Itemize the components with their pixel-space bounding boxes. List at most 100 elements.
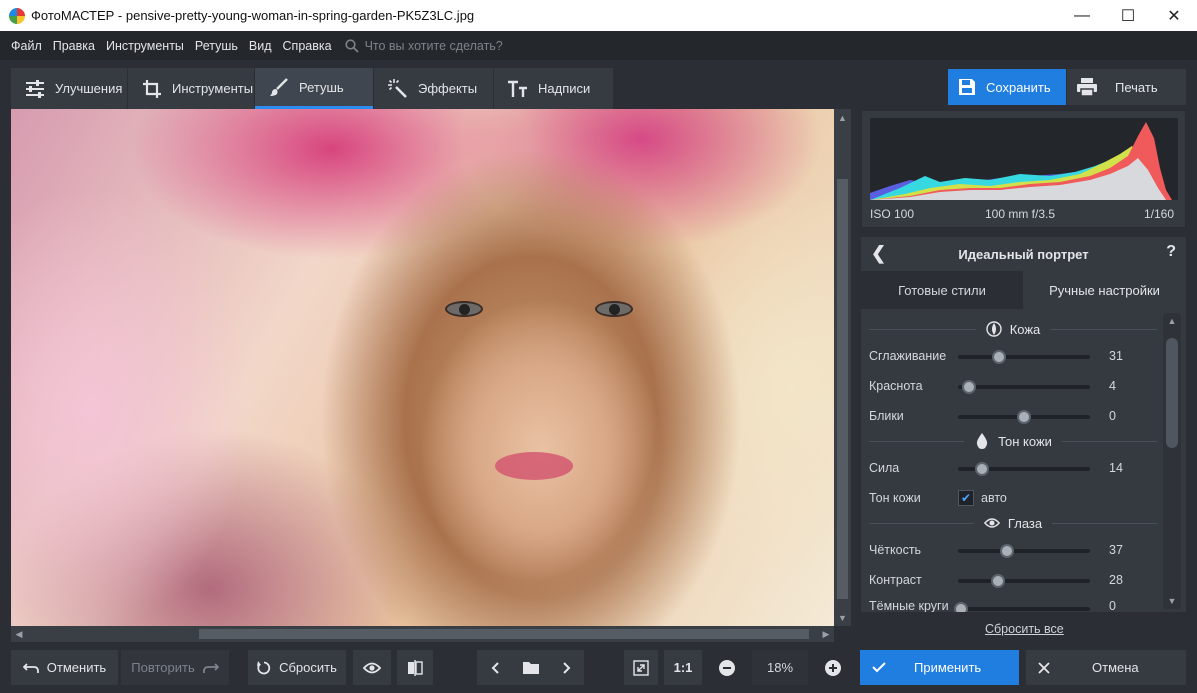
highlights-slider[interactable] (958, 410, 1090, 424)
compare-button[interactable] (397, 650, 433, 685)
scroll-down-icon[interactable]: ▼ (1163, 593, 1181, 609)
print-button[interactable]: Печать (1067, 69, 1186, 105)
panel-scrollbar[interactable]: ▲ ▼ (1163, 313, 1181, 609)
slider-row-redness: Краснота 4 (869, 376, 1159, 396)
redo-button[interactable]: Повторить (121, 650, 229, 685)
slider-row-contrast: Контраст 28 (869, 570, 1159, 590)
slider-knob[interactable] (1017, 410, 1031, 424)
menu-file[interactable]: Файл (11, 39, 42, 53)
tab-label: Эффекты (418, 81, 478, 96)
scroll-up-icon[interactable]: ▲ (1163, 313, 1181, 329)
auto-checkbox[interactable]: ✔ (958, 490, 974, 506)
zoom-out-button[interactable] (712, 650, 742, 685)
slider-value: 28 (1109, 573, 1123, 587)
histogram-graph (870, 118, 1178, 200)
scroll-down-icon[interactable]: ▼ (834, 609, 851, 626)
slider-knob[interactable] (999, 544, 1014, 558)
section-skin-title: Кожа (1009, 321, 1041, 337)
chevron-left-icon[interactable] (479, 661, 511, 674)
photo-eye-right (595, 301, 633, 317)
menu-retouch[interactable]: Ретушь (195, 39, 238, 53)
slider-row-clarity: Чёткость 37 (869, 540, 1159, 560)
menu-help[interactable]: Справка (283, 39, 332, 53)
app-logo-icon (9, 7, 25, 24)
title-bar: ФотоМАСТЕР - pensive-pretty-young-woman-… (0, 0, 1197, 31)
photo-horizontal-scrollbar[interactable]: ◀ ▶ (11, 626, 834, 642)
save-button[interactable]: Сохранить (948, 69, 1066, 105)
section-skin-tone-title: Тон кожи (998, 433, 1052, 449)
slider-label: Контраст (869, 573, 922, 587)
tab-retouch[interactable]: Ретушь (255, 68, 373, 109)
tab-tools[interactable]: Инструменты (128, 68, 254, 109)
menu-tools[interactable]: Инструменты (106, 39, 184, 53)
slider-knob[interactable] (961, 380, 976, 394)
window-title: ФотоМАСТЕР - pensive-pretty-young-woman-… (31, 8, 475, 23)
fit-to-screen-button[interactable] (624, 650, 658, 685)
panel-header: ❮ Идеальный портрет ? (861, 237, 1186, 271)
contrast-slider[interactable] (958, 574, 1090, 588)
reset-button[interactable]: Сбросить (248, 650, 346, 685)
reset-icon (257, 660, 271, 675)
tab-manual-settings[interactable]: Ручные настройки (1023, 271, 1186, 309)
preview-button[interactable] (353, 650, 391, 685)
photo-vertical-scrollbar[interactable]: ▲ ▼ (834, 109, 851, 626)
slider-value: 14 (1109, 461, 1123, 475)
scroll-right-icon[interactable]: ▶ (818, 626, 834, 642)
crop-icon (140, 77, 164, 101)
scroll-up-icon[interactable]: ▲ (834, 109, 851, 126)
sliders-icon (23, 77, 47, 101)
cancel-button[interactable]: Отмена (1026, 650, 1186, 685)
scroll-left-icon[interactable]: ◀ (11, 626, 27, 642)
actual-size-button[interactable]: 1:1 (664, 650, 702, 685)
chevron-right-icon[interactable] (551, 661, 583, 674)
photo-hscroll-thumb[interactable] (199, 629, 809, 639)
menu-search[interactable]: Что вы хотите сделать? (344, 38, 503, 53)
slider-row-strength: Сила 14 (869, 458, 1159, 478)
dark-circles-slider[interactable] (953, 602, 1090, 612)
search-icon (344, 38, 359, 53)
checkmark-icon (872, 662, 886, 673)
save-icon (958, 78, 976, 96)
slider-label: Чёткость (869, 543, 922, 557)
panel-scroll-thumb[interactable] (1166, 338, 1178, 448)
photo-lips (495, 452, 573, 480)
slider-value: 0 (1109, 409, 1116, 423)
maximize-button[interactable]: ☐ (1105, 0, 1151, 31)
help-icon[interactable]: ? (1166, 243, 1176, 261)
slider-knob[interactable] (990, 574, 1005, 588)
strength-slider[interactable] (958, 462, 1090, 476)
auto-checkbox-label[interactable]: авто (981, 491, 1007, 505)
tab-label: Ретушь (299, 79, 344, 95)
printer-icon (1077, 78, 1097, 96)
slider-knob[interactable] (974, 462, 989, 476)
slider-row-highlights: Блики 0 (869, 406, 1159, 426)
zoom-level[interactable]: 18% (752, 650, 808, 685)
minimize-button[interactable]: — (1059, 0, 1105, 31)
histogram-panel: ISO 100 100 mm f/3.5 1/160 (861, 110, 1186, 228)
slider-knob[interactable] (953, 602, 968, 612)
tab-enhancements[interactable]: Улучшения (11, 68, 127, 109)
undo-button[interactable]: Отменить (11, 650, 118, 685)
photo-vscroll-thumb[interactable] (837, 179, 848, 599)
slider-label: Сглаживание (869, 349, 947, 363)
menu-view[interactable]: Вид (249, 39, 272, 53)
clarity-slider[interactable] (958, 544, 1090, 558)
redness-slider[interactable] (958, 380, 1090, 394)
smoothing-slider[interactable] (958, 350, 1090, 364)
apply-button[interactable]: Применить (860, 650, 1019, 685)
compare-icon (407, 659, 423, 676)
close-window-button[interactable]: ✕ (1151, 0, 1197, 31)
photo-canvas[interactable] (11, 109, 834, 626)
tab-label: Надписи (538, 81, 591, 96)
slider-knob[interactable] (991, 350, 1006, 364)
slider-value: 4 (1109, 379, 1116, 393)
tab-captions[interactable]: Надписи (494, 68, 613, 109)
tab-ready-styles[interactable]: Готовые стили (861, 271, 1023, 309)
folder-icon[interactable] (511, 661, 551, 675)
zoom-in-button[interactable] (818, 650, 848, 685)
menu-edit[interactable]: Правка (53, 39, 95, 53)
section-skin-tone: Тон кожи (869, 433, 1157, 449)
reset-all-link[interactable]: Сбросить все (985, 622, 1064, 636)
tab-effects[interactable]: Эффекты (374, 68, 493, 109)
back-icon[interactable]: ❮ (871, 243, 886, 264)
